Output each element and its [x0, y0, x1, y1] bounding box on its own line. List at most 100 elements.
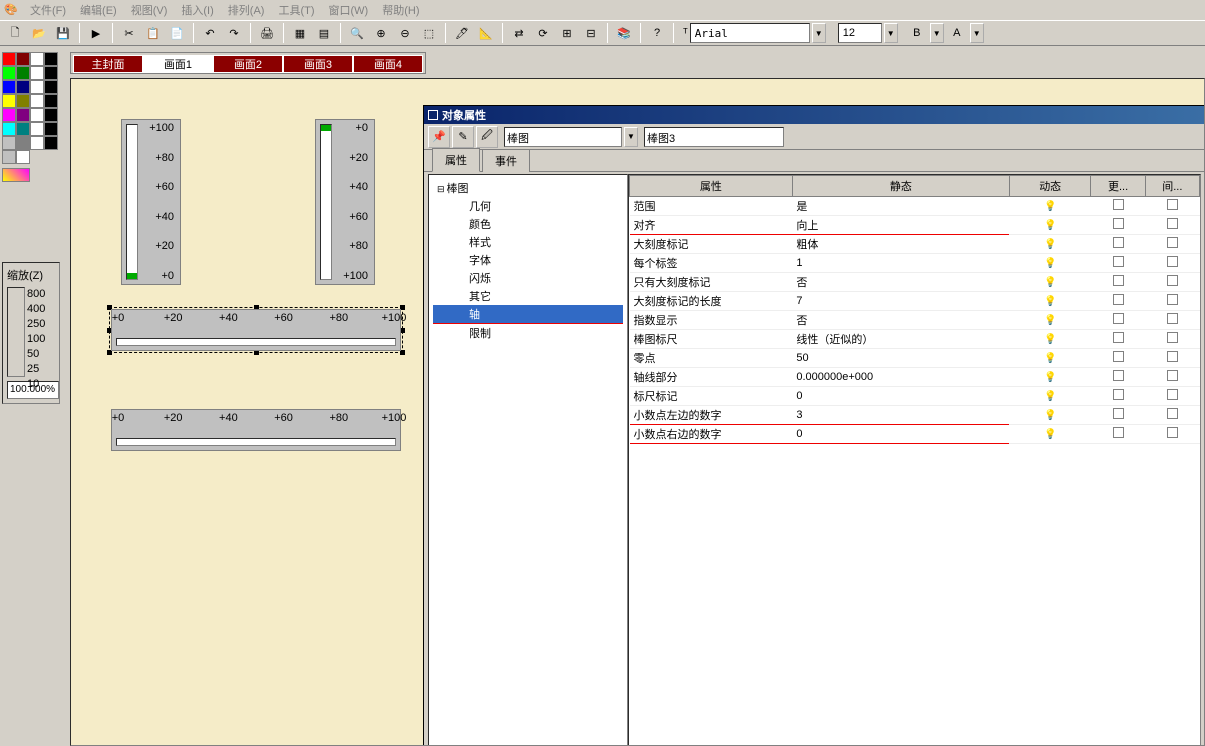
checkbox[interactable]	[1113, 199, 1124, 210]
prop-value[interactable]: 0.000000e+000	[792, 368, 1009, 387]
italic-icon[interactable]: A	[946, 22, 968, 44]
property-tree[interactable]: 棒图几何颜色样式字体闪烁其它轴限制	[428, 174, 628, 746]
redo-icon[interactable]: ↷	[223, 22, 245, 44]
swatch[interactable]	[44, 122, 58, 136]
swatch[interactable]	[2, 136, 16, 150]
align-icon[interactable]: ⊞	[556, 22, 578, 44]
property-row[interactable]: 标尺标记0💡	[630, 387, 1200, 406]
prop-value[interactable]: 1	[792, 254, 1009, 273]
checkbox[interactable]	[1167, 313, 1178, 324]
swatch[interactable]	[30, 66, 44, 80]
bulb-icon[interactable]: 💡	[1044, 429, 1056, 440]
object-type-combo[interactable]: 棒图	[504, 127, 622, 147]
bulb-icon[interactable]: 💡	[1044, 372, 1056, 383]
page-tab[interactable]: 主封面	[73, 55, 143, 73]
bulb-icon[interactable]: 💡	[1044, 277, 1056, 288]
swatch[interactable]	[2, 150, 16, 164]
checkbox[interactable]	[1113, 389, 1124, 400]
checkbox[interactable]	[1167, 427, 1178, 438]
menu-help[interactable]: 帮助(H)	[376, 0, 425, 20]
dropdown-icon[interactable]: ▼	[970, 23, 984, 43]
swatch[interactable]	[30, 52, 44, 66]
swatch[interactable]	[2, 108, 16, 122]
property-row[interactable]: 大刻度标记粗体💡	[630, 235, 1200, 254]
swatch[interactable]	[30, 80, 44, 94]
property-row[interactable]: 小数点右边的数字0💡	[630, 425, 1200, 444]
checkbox[interactable]	[1113, 370, 1124, 381]
swatch[interactable]	[44, 80, 58, 94]
prop-value[interactable]: 否	[792, 273, 1009, 292]
bar-gauge-3[interactable]: +0+20+40+60+80+100	[111, 309, 401, 351]
tree-node[interactable]: 字体	[433, 251, 623, 269]
tree-node[interactable]: 颜色	[433, 215, 623, 233]
page-tab[interactable]: 画面1	[143, 55, 213, 73]
tree-node[interactable]: 闪烁	[433, 269, 623, 287]
swatch[interactable]	[16, 66, 30, 80]
print-icon[interactable]: 🖨	[256, 22, 278, 44]
column-header[interactable]: 更...	[1091, 176, 1145, 197]
flip-icon[interactable]: ⇄	[508, 22, 530, 44]
rotate-icon[interactable]: ⟳	[532, 22, 554, 44]
prop-value[interactable]: 7	[792, 292, 1009, 311]
menu-insert[interactable]: 插入(I)	[175, 0, 219, 20]
dropdown-icon[interactable]: ▼	[930, 23, 944, 43]
cut-icon[interactable]: ✂	[118, 22, 140, 44]
property-row[interactable]: 零点50💡	[630, 349, 1200, 368]
bulb-icon[interactable]: 💡	[1044, 258, 1056, 269]
bulb-icon[interactable]: 💡	[1044, 201, 1056, 212]
prop-value[interactable]: 否	[792, 311, 1009, 330]
bulb-icon[interactable]: 💡	[1044, 410, 1056, 421]
column-header[interactable]: 静态	[792, 176, 1009, 197]
swatch[interactable]	[2, 66, 16, 80]
checkbox[interactable]	[1167, 218, 1178, 229]
swatch[interactable]	[16, 122, 30, 136]
checkbox[interactable]	[1113, 427, 1124, 438]
checkbox[interactable]	[1113, 294, 1124, 305]
tree-node[interactable]: 棒图	[433, 179, 623, 197]
tool-icon[interactable]: 📐	[475, 22, 497, 44]
checkbox[interactable]	[1113, 275, 1124, 286]
swatch[interactable]	[2, 94, 16, 108]
tool-icon[interactable]: 🖊	[451, 22, 473, 44]
swatch[interactable]	[44, 94, 58, 108]
swatch[interactable]	[30, 94, 44, 108]
open-icon[interactable]: 📂	[28, 22, 50, 44]
checkbox[interactable]	[1167, 332, 1178, 343]
menu-tools[interactable]: 工具(T)	[272, 0, 320, 20]
swatch[interactable]	[44, 108, 58, 122]
size-select[interactable]: 12	[838, 23, 882, 43]
zoomout-icon[interactable]: ⊖	[394, 22, 416, 44]
snap-icon[interactable]: ▤	[313, 22, 335, 44]
custom-color-icon[interactable]	[2, 168, 30, 182]
swatch[interactable]	[16, 150, 30, 164]
object-name-field[interactable]: 棒图3	[644, 127, 784, 147]
checkbox[interactable]	[1113, 332, 1124, 343]
tree-node[interactable]: 样式	[433, 233, 623, 251]
swatch[interactable]	[2, 52, 16, 66]
zoomin-icon[interactable]: ⊕	[370, 22, 392, 44]
run-icon[interactable]: ▶	[85, 22, 107, 44]
property-row[interactable]: 对齐向上💡	[630, 216, 1200, 235]
page-tab[interactable]: 画面3	[283, 55, 353, 73]
bulb-icon[interactable]: 💡	[1044, 315, 1056, 326]
bold-icon[interactable]: B	[906, 22, 928, 44]
new-icon[interactable]: 🗋	[4, 22, 26, 44]
property-row[interactable]: 棒图标尺线性（近似的）💡	[630, 330, 1200, 349]
swatch[interactable]	[16, 80, 30, 94]
pin-icon[interactable]: 📌	[428, 126, 450, 148]
swatch[interactable]	[16, 108, 30, 122]
checkbox[interactable]	[1167, 275, 1178, 286]
menu-view[interactable]: 视图(V)	[125, 0, 174, 20]
checkbox[interactable]	[1113, 313, 1124, 324]
tree-node[interactable]: 其它	[433, 287, 623, 305]
checkbox[interactable]	[1113, 237, 1124, 248]
tab-events[interactable]: 事件	[482, 149, 530, 172]
checkbox[interactable]	[1167, 237, 1178, 248]
checkbox[interactable]	[1167, 370, 1178, 381]
column-header[interactable]: 间...	[1145, 176, 1199, 197]
prop-value[interactable]: 粗体	[792, 235, 1009, 254]
tree-node[interactable]: 几何	[433, 197, 623, 215]
checkbox[interactable]	[1113, 408, 1124, 419]
copy-icon[interactable]: 📋	[142, 22, 164, 44]
swatch[interactable]	[44, 52, 58, 66]
